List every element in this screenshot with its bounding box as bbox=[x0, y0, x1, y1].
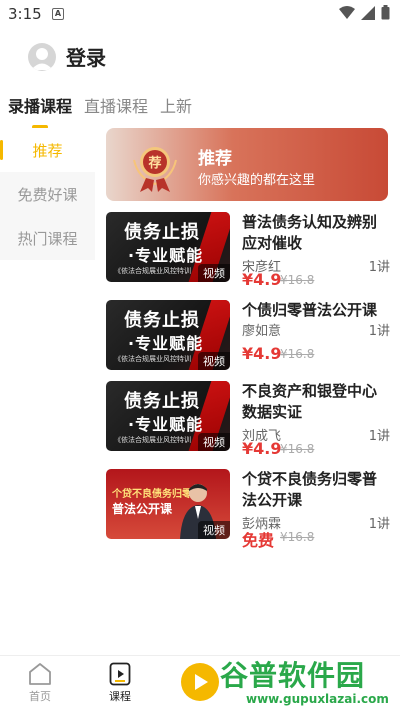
sidebar-item-label: 推荐 bbox=[32, 141, 63, 160]
course-title[interactable]: 普法债务认知及辨别应对催收 bbox=[242, 212, 386, 254]
sidebar-item-label: 免费好课 bbox=[17, 185, 78, 204]
thumb-title: 债务止损 bbox=[124, 222, 200, 243]
notification-icon: A bbox=[52, 8, 64, 20]
course-item[interactable]: 债务止损 ·专业赋能 《依法合规展业风控特训 视频 普法债务认知及辨别应对催收 … bbox=[106, 212, 390, 289]
home-icon bbox=[29, 663, 51, 685]
thumb-caption: 《依法合规展业风控特训 bbox=[114, 436, 191, 444]
watermark: 谷普软件园 www.gupuxlazai.com bbox=[218, 650, 400, 711]
original-price: ¥16.8 bbox=[280, 347, 315, 361]
course-price: ¥4.9 bbox=[242, 344, 282, 363]
course-thumbnail[interactable]: 个贷不良债务归零 普法公开课 视频 bbox=[106, 469, 230, 539]
course-price: ¥4.9 bbox=[242, 270, 282, 289]
banner-title: 推荐 bbox=[198, 149, 232, 169]
course-thumbnail[interactable]: 债务止损 ·专业赋能 《依法合规展业风控特训 视频 bbox=[106, 212, 230, 282]
avatar[interactable] bbox=[28, 42, 56, 71]
course-item[interactable]: 个贷不良债务归零 普法公开课 视频 个贷不良债务归零普法公开课 彭炳霖 1讲 免… bbox=[106, 469, 390, 550]
thumb-subtitle: ·专业赋能 bbox=[128, 334, 204, 353]
course-title[interactable]: 个贷不良债务归零普法公开课 bbox=[242, 469, 386, 511]
recommend-banner[interactable]: 荐 推荐 你感兴趣的都在这里 bbox=[106, 128, 388, 201]
medal-text: 荐 bbox=[147, 155, 161, 171]
original-price: ¥16.8 bbox=[280, 530, 315, 544]
course-price: 免费 bbox=[242, 531, 275, 550]
original-price: ¥16.8 bbox=[280, 442, 315, 456]
video-badge: 视频 bbox=[198, 433, 230, 451]
original-price: ¥16.8 bbox=[280, 273, 315, 287]
tab-recorded[interactable]: 录播课程 bbox=[8, 93, 73, 129]
nav-course[interactable]: 课程 bbox=[90, 662, 150, 704]
course-item[interactable]: 债务止损 ·专业赋能 《依法合规展业风控特训 视频 个债归零普法公开课 廖如意 … bbox=[106, 300, 390, 372]
sidebar-active-indicator bbox=[0, 140, 3, 160]
medal-icon: 荐 bbox=[133, 147, 177, 192]
login-label[interactable]: 登录 bbox=[66, 42, 106, 71]
watermark-title: 谷普软件园 bbox=[220, 659, 366, 692]
course-title[interactable]: 不良资产和银登中心数据实证 bbox=[242, 381, 386, 423]
sidebar-item-hot[interactable]: 热门课程 bbox=[0, 216, 95, 260]
sidebar-item-recommend[interactable]: 推荐 bbox=[0, 128, 95, 172]
thumb-caption: 《依法合规展业风控特训 bbox=[114, 355, 191, 363]
course-price: ¥4.9 bbox=[242, 439, 282, 458]
course-title[interactable]: 个债归零普法公开课 bbox=[242, 300, 386, 321]
tab-label: 录播课程 bbox=[8, 97, 73, 116]
course-teacher: 廖如意 bbox=[242, 324, 282, 339]
lesson-count: 1讲 bbox=[368, 324, 390, 339]
course-thumbnail[interactable]: 债务止损 ·专业赋能 《依法合规展业风控特训 视频 bbox=[106, 381, 230, 451]
tab-live[interactable]: 直播课程 bbox=[84, 93, 148, 127]
status-bar: 3:15 A bbox=[0, 0, 400, 28]
nav-label: 课程 bbox=[109, 690, 131, 703]
thumb-title: 债务止损 bbox=[124, 391, 200, 412]
course-thumbnail[interactable]: 债务止损 ·专业赋能 《依法合规展业风控特训 视频 bbox=[106, 300, 230, 370]
video-badge: 视频 bbox=[198, 521, 230, 539]
login-row[interactable]: 登录 bbox=[28, 42, 106, 71]
lesson-count: 1讲 bbox=[368, 429, 390, 444]
signal-icon bbox=[361, 5, 375, 20]
nav-home[interactable]: 首页 bbox=[10, 662, 70, 704]
course-item[interactable]: 债务止损 ·专业赋能 《依法合规展业风控特训 视频 不良资产和银登中心数据实证 … bbox=[106, 381, 390, 458]
lesson-count: 1讲 bbox=[368, 260, 390, 275]
lesson-count: 1讲 bbox=[368, 517, 390, 532]
course-tabs: 录播课程 直播课程 上新 bbox=[8, 93, 192, 129]
thumb-title: 债务止损 bbox=[124, 310, 200, 331]
tab-label: 直播课程 bbox=[84, 97, 149, 116]
status-time: 3:15 bbox=[8, 5, 42, 23]
nav-label: 首页 bbox=[29, 690, 51, 703]
category-sidebar: 推荐 免费好课 热门课程 bbox=[0, 128, 95, 260]
sidebar-item-label: 热门课程 bbox=[17, 229, 78, 248]
thumb-subtitle: ·专业赋能 bbox=[128, 415, 204, 434]
thumb-subtitle: ·专业赋能 bbox=[128, 246, 204, 265]
wifi-icon bbox=[339, 5, 355, 19]
thumb-subtitle: 普法公开课 bbox=[112, 502, 173, 516]
tab-new[interactable]: 上新 bbox=[160, 93, 192, 127]
banner-subtitle: 你感兴趣的都在这里 bbox=[198, 173, 316, 188]
play-icon bbox=[181, 663, 219, 701]
thumb-caption: 《依法合规展业风控特训 bbox=[114, 267, 191, 275]
video-badge: 视频 bbox=[198, 352, 230, 370]
watermark-url: www.gupuxlazai.com bbox=[246, 692, 389, 706]
video-badge: 视频 bbox=[198, 264, 230, 282]
battery-icon bbox=[381, 5, 390, 20]
status-icons bbox=[339, 5, 390, 20]
tab-label: 上新 bbox=[160, 97, 193, 116]
course-icon bbox=[109, 662, 131, 686]
user-avatar-icon bbox=[31, 47, 53, 70]
sidebar-item-free[interactable]: 免费好课 bbox=[0, 172, 95, 216]
